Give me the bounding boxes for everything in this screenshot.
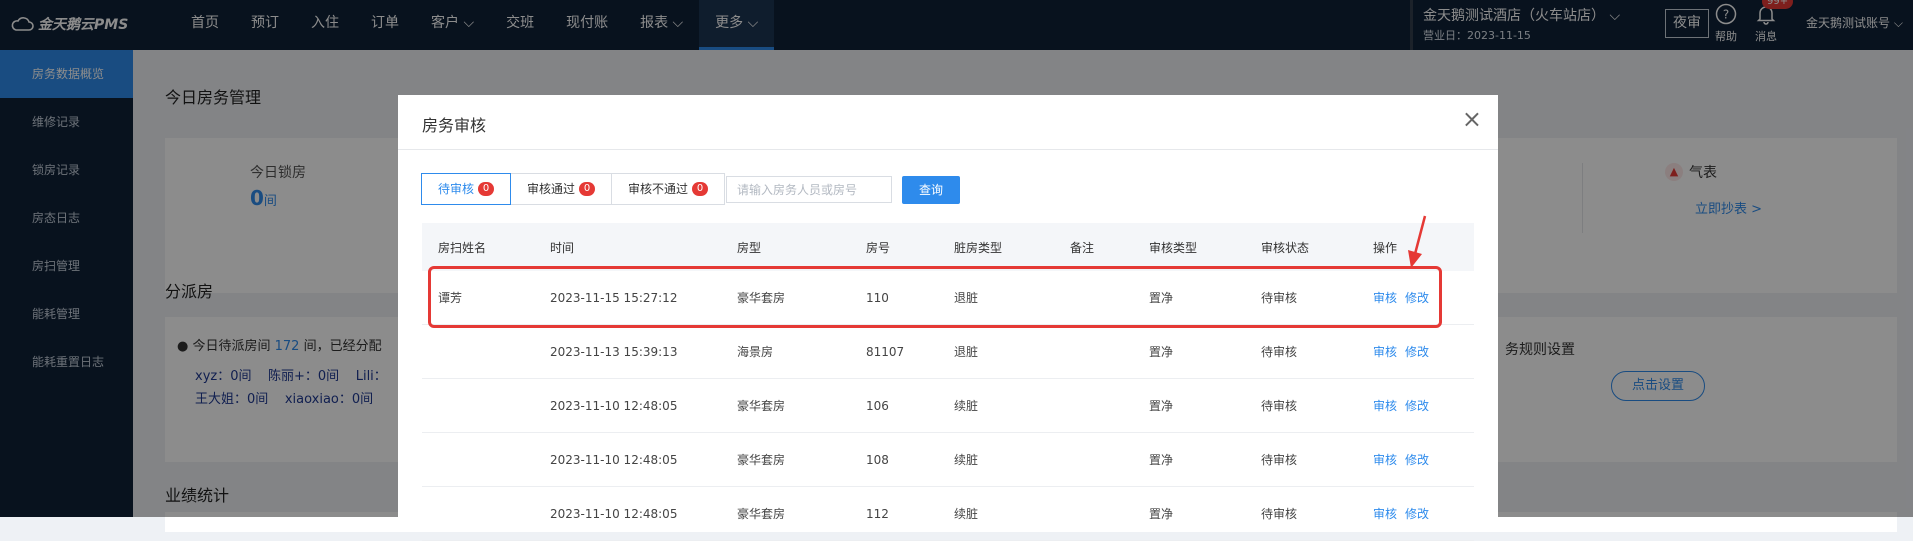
close-icon[interactable]: × [1462, 107, 1482, 131]
table-row: 2023-11-10 12:48:05 豪华套房 108 续脏 置净 待审核 审… [422, 432, 1474, 487]
cell-room-type: 豪华套房 [721, 432, 850, 487]
cell-room-type: 豪华套房 [721, 486, 850, 541]
table-row: 2023-11-10 12:48:05 豪华套房 112 续脏 置净 待审核 审… [422, 486, 1474, 541]
cell-dirty-type: 续脏 [938, 486, 1054, 541]
cell-name [422, 378, 534, 433]
tab-approved-label: 审核通过 [527, 182, 576, 196]
tab-rejected[interactable]: 审核不通过 0 [611, 173, 726, 205]
cell-review-status: 待审核 [1245, 324, 1357, 379]
column-header: 审核状态 [1245, 223, 1357, 271]
cell-name [422, 432, 534, 487]
review-link[interactable]: 审核 [1373, 507, 1397, 521]
cell-review-type: 置净 [1133, 486, 1245, 541]
cell-review-type: 置净 [1133, 432, 1245, 487]
edit-link[interactable]: 修改 [1405, 507, 1429, 521]
cell-remark [1054, 378, 1133, 433]
cell-remark [1054, 324, 1133, 379]
cell-review-status: 待审核 [1245, 378, 1357, 433]
review-link[interactable]: 审核 [1373, 345, 1397, 359]
column-header: 备注 [1054, 223, 1133, 271]
column-header: 审核类型 [1133, 223, 1245, 271]
cell-room-no: 81107 [850, 324, 938, 379]
cell-time: 2023-11-10 12:48:05 [534, 486, 721, 541]
cell-review-type: 置净 [1133, 378, 1245, 433]
cell-room-no: 112 [850, 486, 938, 541]
tab-approved[interactable]: 审核通过 0 [510, 173, 613, 205]
cell-remark [1054, 486, 1133, 541]
table-row: 2023-11-13 15:39:13 海景房 81107 退脏 置净 待审核 … [422, 324, 1474, 379]
tab-pending-label: 待审核 [438, 182, 475, 196]
column-header: 房扫姓名 [422, 223, 534, 271]
cell-review-status: 待审核 [1245, 432, 1357, 487]
cell-room-no: 106 [850, 378, 938, 433]
cell-actions: 审核 修改 [1357, 432, 1474, 487]
cell-name [422, 486, 534, 541]
column-header: 时间 [534, 223, 721, 271]
annotation-highlight-box [428, 266, 1442, 328]
tab-rejected-count: 0 [692, 182, 709, 196]
cell-room-no: 108 [850, 432, 938, 487]
tab-pending[interactable]: 待审核 0 [421, 173, 512, 205]
edit-link[interactable]: 修改 [1405, 399, 1429, 413]
cell-review-type: 置净 [1133, 324, 1245, 379]
review-tabs: 待审核 0 审核通过 0 审核不通过 0 [421, 173, 726, 205]
cell-remark [1054, 432, 1133, 487]
edit-link[interactable]: 修改 [1405, 453, 1429, 467]
review-link[interactable]: 审核 [1373, 453, 1397, 467]
query-button[interactable]: 查询 [902, 176, 960, 204]
review-link[interactable]: 审核 [1373, 399, 1397, 413]
modal-title: 房务审核 [422, 116, 487, 135]
tab-rejected-label: 审核不通过 [628, 182, 689, 196]
cell-actions: 审核 修改 [1357, 324, 1474, 379]
cell-dirty-type: 续脏 [938, 432, 1054, 487]
cell-time: 2023-11-10 12:48:05 [534, 432, 721, 487]
cell-review-status: 待审核 [1245, 486, 1357, 541]
tab-pending-count: 0 [478, 182, 495, 196]
table-header-row: 房扫姓名 时间 房型 房号 脏房类型 备注 审核类型 审核状态 操作 [422, 223, 1474, 271]
cell-time: 2023-11-13 15:39:13 [534, 324, 721, 379]
edit-link[interactable]: 修改 [1405, 345, 1429, 359]
cell-room-type: 海景房 [721, 324, 850, 379]
table-row: 2023-11-10 12:48:05 豪华套房 106 续脏 置净 待审核 审… [422, 378, 1474, 433]
cell-time: 2023-11-10 12:48:05 [534, 378, 721, 433]
column-header: 脏房类型 [938, 223, 1054, 271]
column-header: 房号 [850, 223, 938, 271]
column-header: 房型 [721, 223, 850, 271]
cell-actions: 审核 修改 [1357, 378, 1474, 433]
cell-dirty-type: 续脏 [938, 378, 1054, 433]
tab-approved-count: 0 [579, 182, 596, 196]
annotation-arrow-icon [1408, 215, 1427, 268]
cell-name [422, 324, 534, 379]
cell-dirty-type: 退脏 [938, 324, 1054, 379]
cell-actions: 审核 修改 [1357, 486, 1474, 541]
search-input[interactable] [726, 176, 892, 203]
cell-room-type: 豪华套房 [721, 378, 850, 433]
modal-header: 房务审核 × [398, 95, 1498, 150]
